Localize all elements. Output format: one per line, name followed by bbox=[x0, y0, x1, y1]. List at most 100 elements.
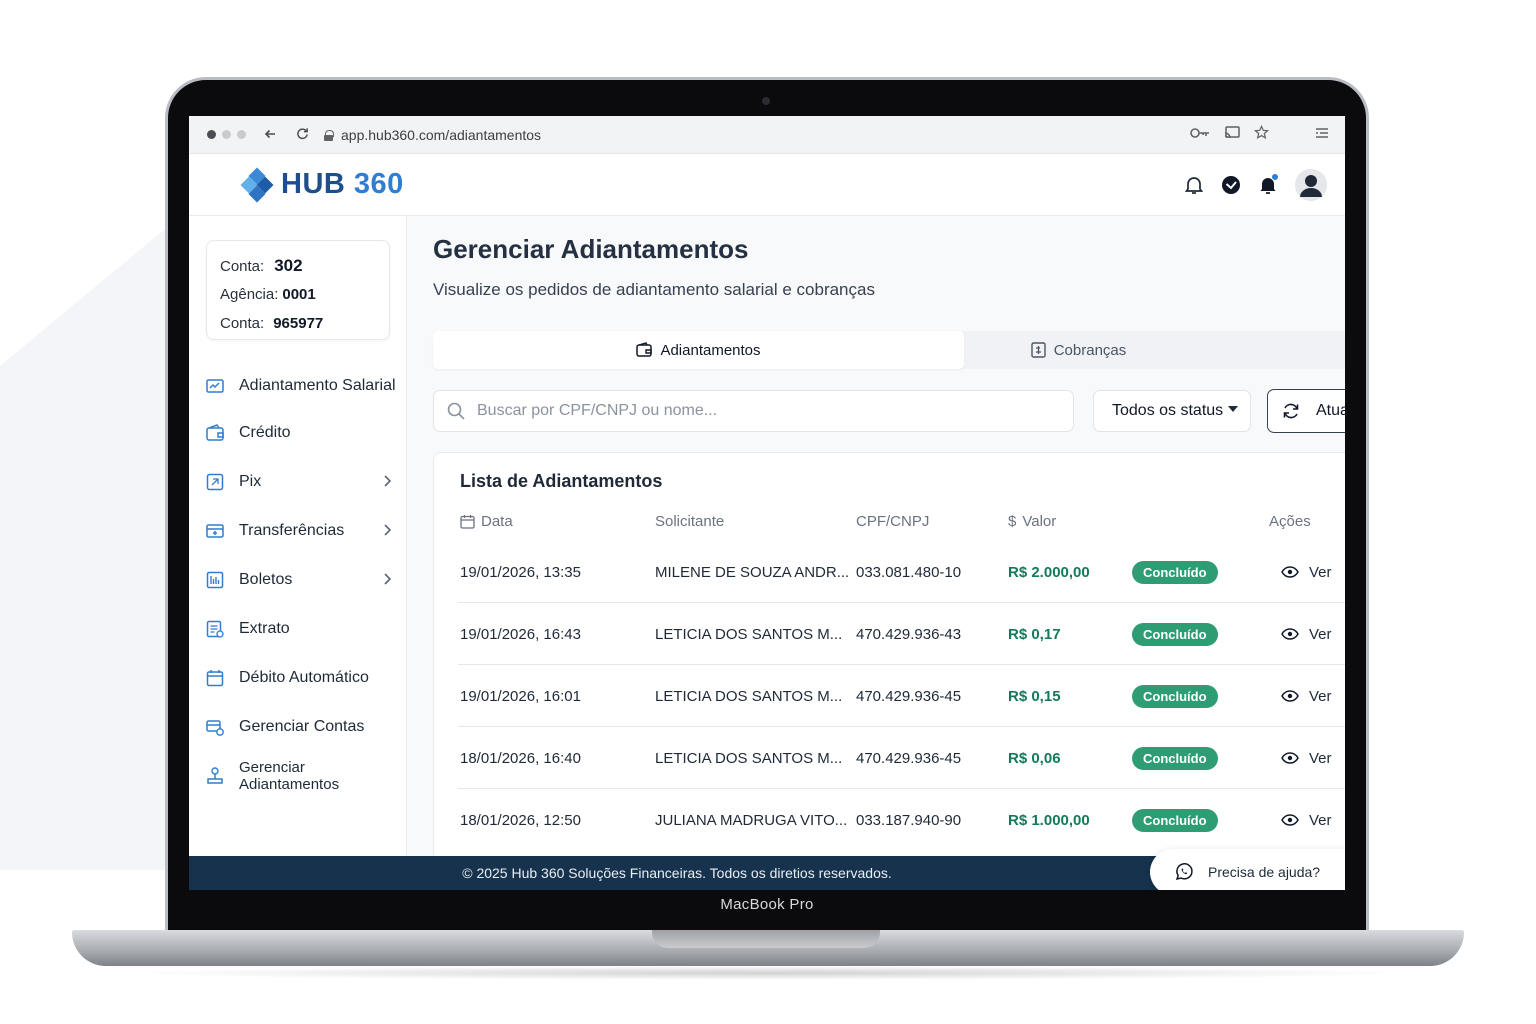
bell-outline-icon[interactable] bbox=[1184, 175, 1204, 195]
logo-mark-icon bbox=[240, 167, 274, 202]
calendar-icon bbox=[206, 669, 224, 686]
sidebar-item-label: Extrato bbox=[239, 619, 290, 637]
view-button[interactable]: Ver bbox=[1281, 541, 1332, 603]
eye-icon bbox=[1281, 814, 1299, 826]
column-header-valor: $ Valor bbox=[1008, 513, 1057, 530]
url-text[interactable]: app.hub360.com/adiantamentos bbox=[341, 127, 541, 143]
laptop-shadow bbox=[120, 966, 1416, 980]
pix-icon bbox=[206, 473, 224, 490]
sidebar-item-label: Adiantamento Salarial bbox=[239, 377, 396, 394]
hand-money-icon bbox=[207, 766, 223, 784]
row-value: R$ 0,15 bbox=[1008, 687, 1061, 705]
device-label: MacBook Pro bbox=[720, 896, 814, 913]
view-button[interactable]: Ver bbox=[1281, 603, 1332, 665]
status-badge: Concluído bbox=[1132, 684, 1218, 708]
footer-text: © 2025 Hub 360 Soluções Financeiras. Tod… bbox=[462, 865, 892, 881]
reload-icon[interactable] bbox=[294, 127, 310, 143]
main-content: Gerenciar Adiantamentos Visualize os ped… bbox=[407, 216, 1345, 872]
sidebar-nav: Adiantamento Salarial Crédito Pix Transf… bbox=[189, 364, 407, 800]
sidebar-item-label: Gerenciar Adiantamentos bbox=[239, 758, 340, 793]
sidebar-item-label: Transferências bbox=[239, 521, 345, 539]
help-label: Precisa de ajuda? bbox=[1208, 864, 1321, 880]
transfer-icon bbox=[206, 523, 224, 538]
wallet-icon bbox=[636, 342, 653, 357]
page-subtitle: Visualize os pedidos de adiantamento sal… bbox=[433, 280, 875, 299]
sidebar-item-label: Crédito bbox=[239, 423, 291, 441]
caret-down-icon bbox=[1228, 406, 1238, 412]
browser-toolbar: app.hub360.com/adiantamentos bbox=[189, 116, 1345, 154]
sidebar-item-gerenciar-contas[interactable]: Gerenciar Contas bbox=[189, 702, 407, 751]
tabs: Adiantamentos Cobranças bbox=[433, 331, 1345, 369]
view-button[interactable]: Ver bbox=[1281, 665, 1332, 727]
sidebar-item-adiantamento-salarial[interactable]: Adiantamento Salarial bbox=[189, 364, 407, 408]
sidebar-item-boletos[interactable]: Boletos bbox=[189, 555, 407, 604]
status-badge: Concluído bbox=[1132, 808, 1218, 832]
cast-icon[interactable] bbox=[1224, 125, 1240, 144]
tab-label: Cobranças bbox=[1053, 341, 1127, 359]
sidebar-item-label: Gerenciar Contas bbox=[239, 717, 365, 735]
advances-list-card: Lista de Adiantamentos Data Solicitante … bbox=[433, 452, 1345, 872]
column-header-cpf-cnpj: CPF/CNPJ bbox=[856, 513, 930, 530]
sidebar-item-pix[interactable]: Pix bbox=[189, 457, 407, 506]
refresh-button[interactable]: Atua bbox=[1267, 389, 1345, 433]
refresh-icon bbox=[1283, 403, 1299, 419]
search-input[interactable] bbox=[477, 402, 1037, 420]
key-icon[interactable] bbox=[1190, 126, 1210, 143]
row-value: R$ 2.000,00 bbox=[1008, 563, 1090, 581]
address-bar[interactable]: app.hub360.com/adiantamentos bbox=[324, 122, 1190, 148]
sidebar-item-gerenciar-adiantamentos[interactable]: Gerenciar Adiantamentos bbox=[189, 751, 407, 800]
table-row[interactable]: 19/01/2026, 13:35 MILENE DE SOUZA ANDR..… bbox=[458, 541, 1345, 603]
row-date: 18/01/2026, 12:50 bbox=[460, 811, 581, 829]
table-row[interactable]: 18/01/2026, 16:40 LETICIA DOS SANTOS M..… bbox=[458, 727, 1345, 789]
help-button[interactable]: Precisa de ajuda? bbox=[1150, 849, 1345, 890]
account-card: Conta: 302 Agência: 0001 Conta: 965977 bbox=[206, 240, 390, 340]
row-doc: 470.429.936-45 bbox=[856, 749, 962, 767]
check-circle-icon[interactable] bbox=[1221, 175, 1241, 195]
row-date: 18/01/2026, 16:40 bbox=[460, 749, 581, 767]
row-name: LETICIA DOS SANTOS M... bbox=[655, 625, 843, 643]
refresh-label: Atua bbox=[1316, 402, 1345, 419]
sidebar-item-label: Boletos bbox=[239, 570, 293, 588]
tab-adiantamentos[interactable]: Adiantamentos bbox=[433, 331, 964, 369]
sidebar: Conta: 302 Agência: 0001 Conta: 965977 Adia… bbox=[189, 216, 407, 856]
lock-icon bbox=[324, 129, 334, 141]
row-name: LETICIA DOS SANTOS M... bbox=[655, 687, 843, 705]
view-label: Ver bbox=[1309, 811, 1332, 829]
page-title: Gerenciar Adiantamentos bbox=[433, 234, 749, 264]
sidebar-item-transferencias[interactable]: Transferências bbox=[189, 506, 407, 555]
search-box[interactable] bbox=[433, 390, 1074, 432]
logo[interactable]: HUB 360 bbox=[240, 167, 404, 202]
back-icon[interactable] bbox=[262, 127, 278, 143]
menu-list-icon[interactable] bbox=[1315, 126, 1329, 143]
table-row[interactable]: 19/01/2026, 16:43 LETICIA DOS SANTOS M..… bbox=[458, 603, 1345, 665]
chevron-right-icon bbox=[383, 523, 392, 539]
status-badge: Concluído bbox=[1132, 622, 1218, 646]
view-button[interactable]: Ver bbox=[1281, 789, 1332, 851]
status-badge: Concluído bbox=[1132, 746, 1218, 770]
table-row[interactable]: 19/01/2026, 16:01 LETICIA DOS SANTOS M..… bbox=[458, 665, 1345, 727]
receipt-icon bbox=[1031, 342, 1046, 358]
avatar[interactable] bbox=[1295, 168, 1327, 201]
view-button[interactable]: Ver bbox=[1281, 727, 1332, 789]
sidebar-item-extrato[interactable]: Extrato bbox=[189, 604, 407, 653]
view-label: Ver bbox=[1309, 749, 1332, 767]
column-header-solicitante: Solicitante bbox=[655, 513, 725, 530]
tab-cobrancas[interactable]: Cobranças bbox=[964, 331, 1345, 369]
screen: app.hub360.com/adiantamentos HUB 360 Con… bbox=[189, 116, 1345, 890]
row-doc: 033.187.940-90 bbox=[856, 811, 962, 829]
view-label: Ver bbox=[1309, 625, 1332, 643]
chevron-right-icon bbox=[383, 572, 392, 588]
sidebar-item-debito-automatico[interactable]: Débito Automático bbox=[189, 653, 407, 702]
statement-icon bbox=[206, 620, 224, 638]
list-title: Lista de Adiantamentos bbox=[460, 471, 663, 491]
sidebar-item-credito[interactable]: Crédito bbox=[189, 408, 407, 457]
status-filter-select[interactable]: Todos os status bbox=[1093, 390, 1251, 432]
star-icon[interactable] bbox=[1253, 124, 1270, 144]
wallet-icon bbox=[206, 423, 224, 441]
manage-accounts-icon bbox=[206, 719, 224, 736]
table-row[interactable]: 18/01/2026, 12:50 JULIANA MADRUGA VITO..… bbox=[458, 789, 1345, 851]
account-id-row: Conta: 965977 bbox=[220, 315, 324, 332]
tab-label: Adiantamentos bbox=[660, 341, 761, 359]
bell-notification-icon[interactable] bbox=[1258, 172, 1279, 195]
window-controls[interactable] bbox=[207, 130, 246, 139]
